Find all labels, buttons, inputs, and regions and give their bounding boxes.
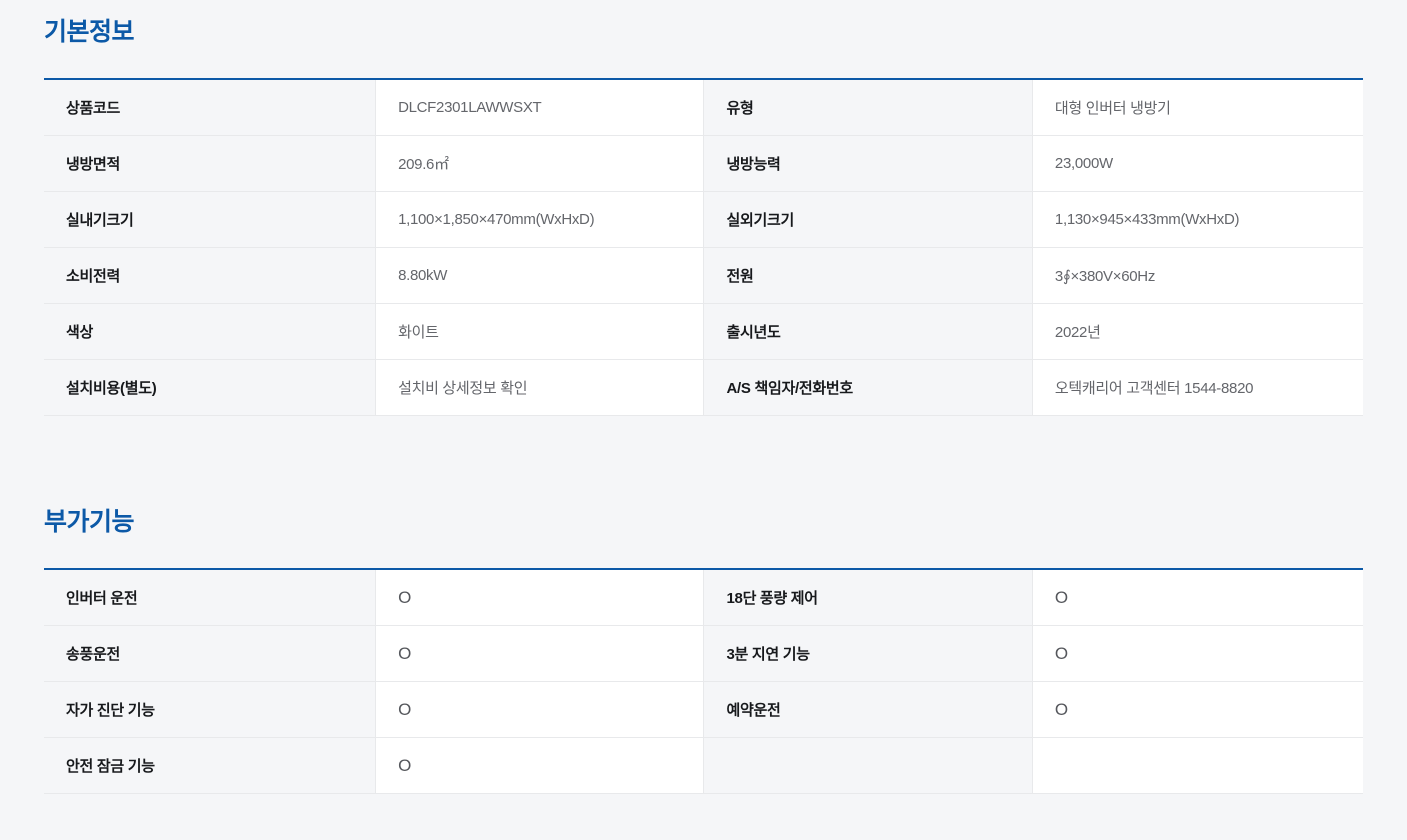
spec-label-cooling-capacity: 냉방능력 [703, 136, 1031, 192]
spec-label-release-year: 출시년도 [703, 304, 1031, 360]
spec-value-power-consumption: 8.80kW [375, 248, 703, 304]
spec-label-power-supply: 전원 [703, 248, 1031, 304]
feature-flag-empty [1032, 738, 1363, 794]
spec-label-outdoor-size: 실외기크기 [703, 192, 1031, 248]
feature-label-self-diagnosis: 자가 진단 기능 [44, 682, 375, 738]
section-title-features: 부가기능 [44, 506, 1363, 538]
spec-label-indoor-size: 실내기크기 [44, 192, 375, 248]
spec-label-type: 유형 [703, 80, 1031, 136]
spec-value-release-year: 2022년 [1032, 304, 1363, 360]
spec-label-cooling-area: 냉방면적 [44, 136, 375, 192]
feature-label-safety-lock: 안전 잠금 기능 [44, 738, 375, 794]
spec-label-as-contact: A/S 책임자/전화번호 [703, 360, 1031, 416]
spec-value-color: 화이트 [375, 304, 703, 360]
spec-value-cooling-capacity: 23,000W [1032, 136, 1363, 192]
feature-label-fan-mode: 송풍운전 [44, 626, 375, 682]
features-table: 인버터 운전 O 18단 풍량 제어 O 송풍운전 O 3분 지연 기능 O 자… [44, 568, 1363, 794]
feature-label-empty [703, 738, 1031, 794]
spec-label-color: 색상 [44, 304, 375, 360]
feature-flag-reservation: O [1032, 682, 1363, 738]
feature-flag-18-step-fan: O [1032, 570, 1363, 626]
spec-value-product-code: DLCF2301LAWWSXT [375, 80, 703, 136]
spec-value-power-supply: 3∮×380V×60Hz [1032, 248, 1363, 304]
basic-info-table: 상품코드 DLCF2301LAWWSXT 유형 대형 인버터 냉방기 냉방면적 … [44, 78, 1363, 416]
feature-flag-self-diagnosis: O [375, 682, 703, 738]
product-spec-page: 기본정보 상품코드 DLCF2301LAWWSXT 유형 대형 인버터 냉방기 … [0, 0, 1407, 840]
spec-label-product-code: 상품코드 [44, 80, 375, 136]
spec-value-outdoor-size: 1,130×945×433mm(WxHxD) [1032, 192, 1363, 248]
spec-value-indoor-size: 1,100×1,850×470mm(WxHxD) [375, 192, 703, 248]
spec-value-cooling-area: 209.6㎡ [375, 136, 703, 192]
feature-label-inverter: 인버터 운전 [44, 570, 375, 626]
spec-label-power-consumption: 소비전력 [44, 248, 375, 304]
section-title-basic-info: 기본정보 [44, 0, 1363, 48]
feature-flag-fan-mode: O [375, 626, 703, 682]
spec-label-installation-cost: 설치비용(별도) [44, 360, 375, 416]
feature-flag-inverter: O [375, 570, 703, 626]
feature-label-3min-delay: 3분 지연 기능 [703, 626, 1031, 682]
spec-value-type: 대형 인버터 냉방기 [1032, 80, 1363, 136]
feature-flag-3min-delay: O [1032, 626, 1363, 682]
feature-label-18-step-fan: 18단 풍량 제어 [703, 570, 1031, 626]
feature-flag-safety-lock: O [375, 738, 703, 794]
spec-value-as-contact: 오텍캐리어 고객센터 1544-8820 [1032, 360, 1363, 416]
feature-label-reservation: 예약운전 [703, 682, 1031, 738]
installation-fee-detail-link[interactable]: 설치비 상세정보 확인 [375, 360, 703, 416]
